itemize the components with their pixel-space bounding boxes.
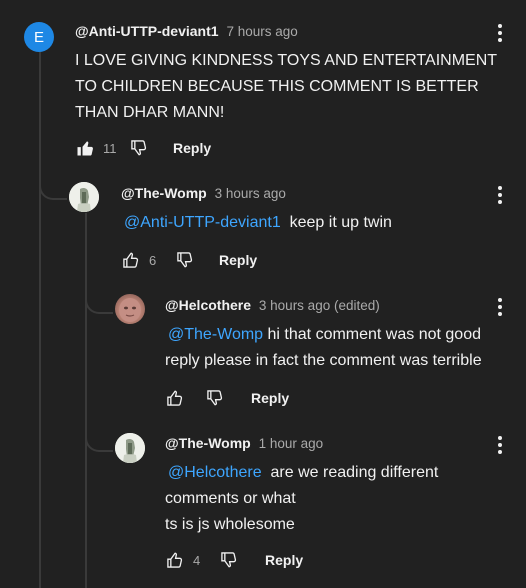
comment-author[interactable]: @The-Womp	[165, 435, 251, 451]
comment-author[interactable]: @The-Womp	[121, 185, 207, 201]
more-vert-icon	[498, 298, 502, 302]
mention-link[interactable]: @The-Womp	[168, 326, 263, 343]
more-vert-icon	[498, 24, 502, 28]
avatar[interactable]	[115, 433, 145, 463]
more-options-button[interactable]	[488, 295, 512, 319]
thumbs-down-icon[interactable]	[173, 248, 197, 272]
comment-timestamp[interactable]: 7 hours ago	[226, 24, 297, 39]
mention-link[interactable]: @Anti-UTTP-deviant1	[124, 214, 281, 231]
comment-timestamp[interactable]: 3 hours ago (edited)	[259, 298, 380, 313]
thumbs-down-icon[interactable]	[127, 136, 151, 160]
comment-author[interactable]: @Anti-UTTP-deviant1	[75, 23, 219, 39]
thread-line-sub	[85, 213, 87, 588]
like-count: 6	[149, 252, 157, 268]
avatar[interactable]: E	[24, 22, 54, 52]
comment-timestamp[interactable]: 3 hours ago	[215, 186, 286, 201]
avatar[interactable]	[115, 294, 145, 324]
comment-header: @Helcothere 3 hours ago (edited)	[165, 297, 380, 313]
thumbs-up-icon[interactable]	[163, 386, 187, 410]
thumbs-down-icon[interactable]	[217, 548, 241, 572]
reply-button[interactable]: Reply	[251, 390, 289, 406]
comment-header: @The-Womp 1 hour ago	[165, 435, 323, 451]
comment-header: @Anti-UTTP-deviant1 7 hours ago	[75, 23, 298, 39]
comment-author[interactable]: @Helcothere	[165, 297, 251, 313]
avatar-image	[69, 182, 99, 212]
avatar-image	[115, 433, 145, 463]
comment-actions: 4 Reply	[163, 548, 303, 572]
comment-actions: 11 Reply	[73, 136, 211, 160]
mention-link[interactable]: @Helcothere	[168, 464, 262, 481]
thread-line-main	[39, 45, 41, 588]
comment-text: @Helcothere are we reading different com…	[165, 464, 439, 533]
comment-timestamp[interactable]: 1 hour ago	[259, 436, 324, 451]
like-count: 11	[103, 140, 117, 156]
more-options-button[interactable]	[488, 433, 512, 457]
comment-actions: 6 Reply	[119, 248, 257, 272]
thread-curve-reply-1	[39, 160, 67, 200]
like-count: 4	[193, 552, 201, 568]
comment-header: @The-Womp 3 hours ago	[121, 185, 286, 201]
comment-text: @The-Womp hi that comment was not good r…	[165, 326, 482, 369]
more-vert-icon	[498, 186, 502, 190]
reply-button[interactable]: Reply	[173, 140, 211, 156]
thumbs-up-icon[interactable]	[119, 248, 143, 272]
comment-text: I LOVE GIVING KINDNESS TOYS AND ENTERTAI…	[75, 52, 497, 121]
more-options-button[interactable]	[488, 183, 512, 207]
more-options-button[interactable]	[488, 21, 512, 45]
thumbs-down-icon[interactable]	[203, 386, 227, 410]
avatar[interactable]	[69, 182, 99, 212]
thread-curve-reply-2	[85, 280, 113, 314]
reply-button[interactable]: Reply	[265, 552, 303, 568]
avatar-letter: E	[33, 28, 44, 46]
thumbs-up-icon[interactable]	[163, 548, 187, 572]
thumbs-up-icon[interactable]	[73, 136, 97, 160]
thread-curve-reply-3	[85, 420, 113, 452]
more-vert-icon	[498, 436, 502, 440]
reply-button[interactable]: Reply	[219, 252, 257, 268]
comment-actions: Reply	[163, 386, 289, 410]
comment-text: @Anti-UTTP-deviant1 keep it up twin	[124, 214, 392, 231]
avatar-image	[119, 298, 141, 322]
